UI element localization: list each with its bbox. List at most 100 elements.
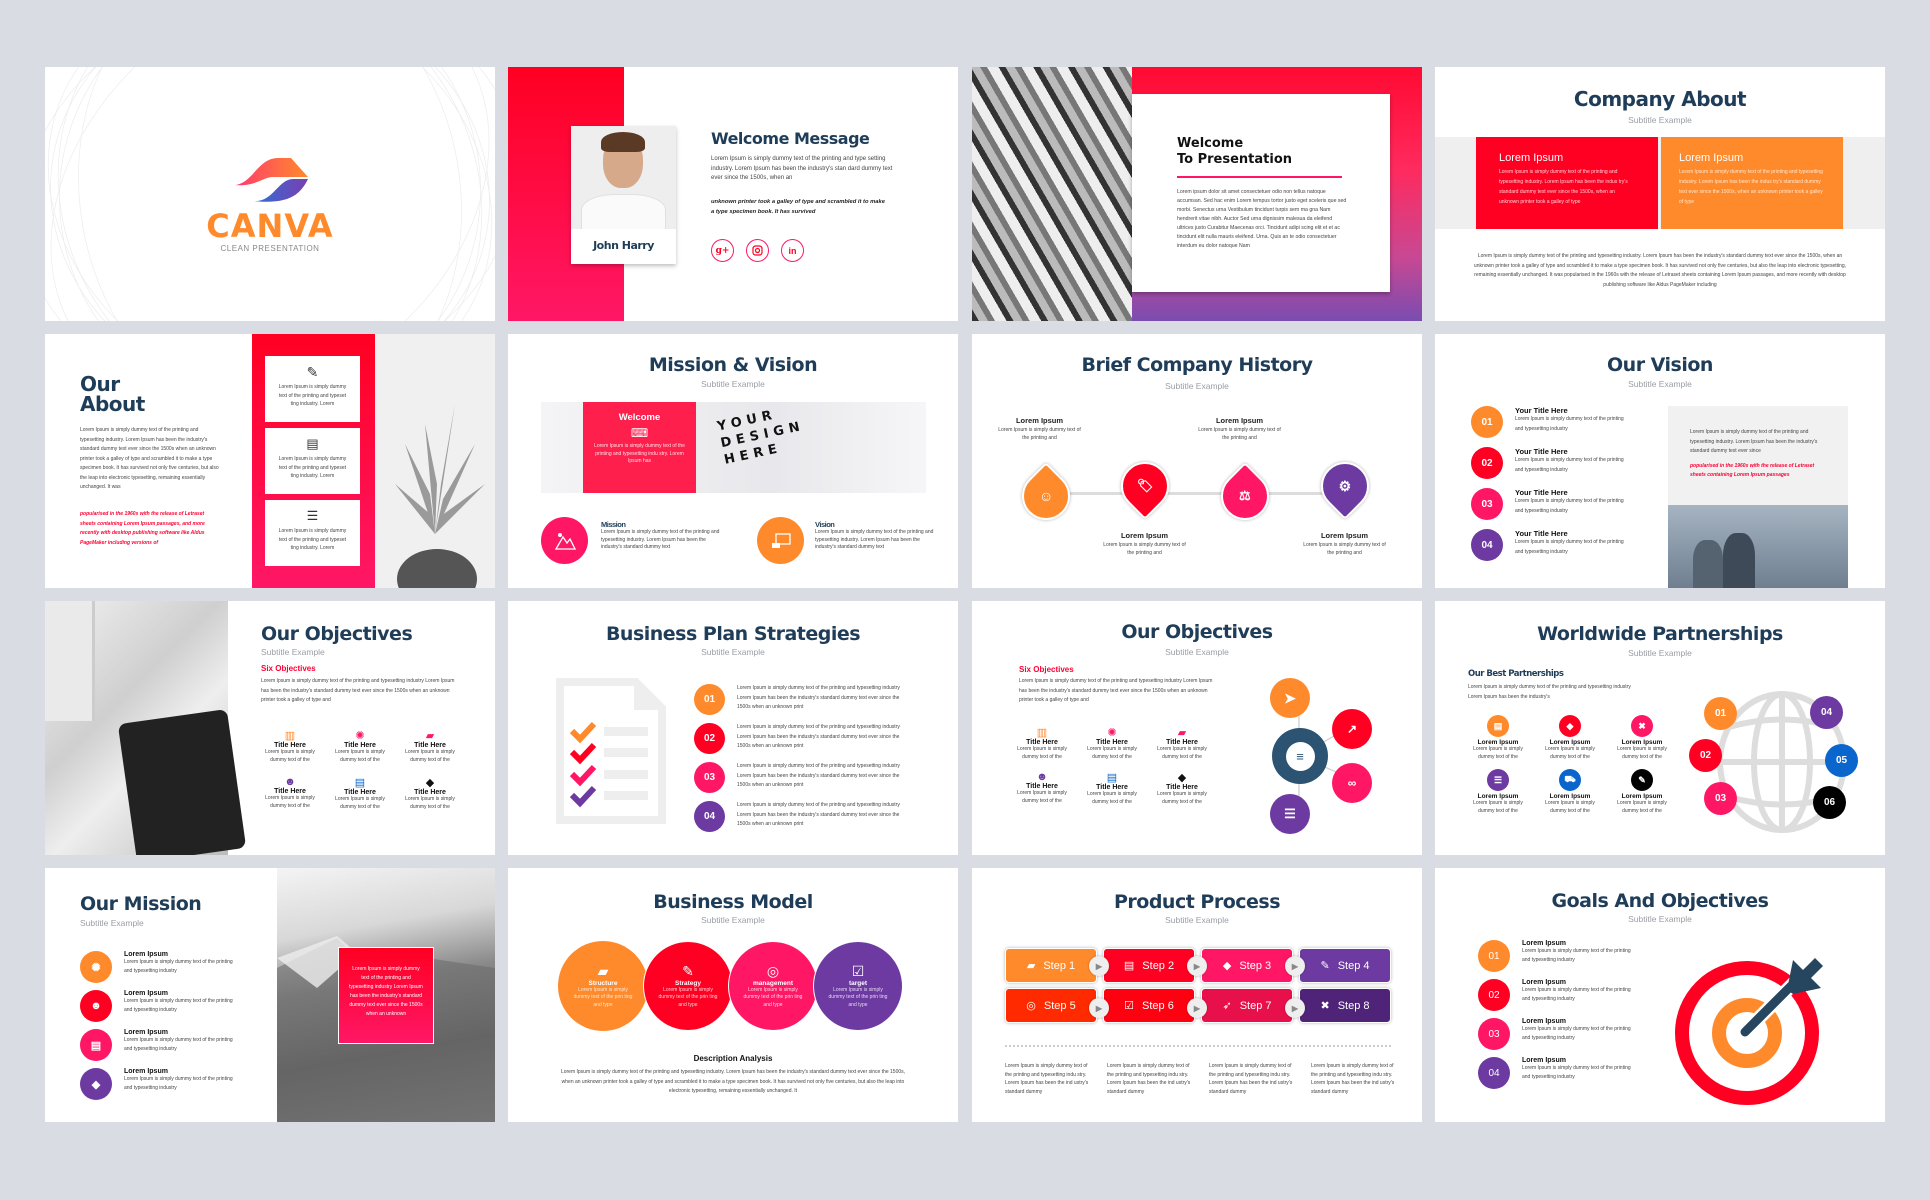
feature-card: ▤ Lorem Ipsum is simply dummy text of th… bbox=[265, 428, 360, 494]
step-button[interactable]: ✖ Step 8 bbox=[1299, 988, 1391, 1023]
slide-mission-vision[interactable]: Mission & Vision Subtitle Example Welcom… bbox=[508, 334, 958, 588]
step-label: Step 4 bbox=[1337, 959, 1370, 972]
banner-text: Lorem Ipsum is simply dummy text of the … bbox=[594, 443, 685, 464]
partner-item: ◆ Lorem Ipsum Lorem Ipsum is simply dummy … bbox=[1534, 715, 1606, 761]
card-text: Lorem Ipsum is simply dummy text of the … bbox=[278, 456, 347, 479]
slide-our-vision[interactable]: Our Vision Subtitle Example 01 Your Titl… bbox=[1435, 334, 1885, 588]
item-title: Lorem Ipsum bbox=[124, 1068, 168, 1075]
step-button[interactable]: ☑ Step 6 bbox=[1103, 988, 1195, 1023]
step-button[interactable]: ▤ Step 2 bbox=[1103, 948, 1195, 983]
description-text: Lorem Ipsum is simply dummy text of the … bbox=[1209, 1063, 1293, 1095]
item-text: Lorem Ipsum is simply dummy text of the … bbox=[737, 724, 900, 749]
item-text: Lorem Ipsum is simply dummy text of the … bbox=[573, 986, 633, 1008]
objective-item: ☻ Title Here Lorem Ipsum is simply dummy t… bbox=[1007, 771, 1077, 806]
body-text: Lorem ipsum dolor sit amet consectetuer … bbox=[1177, 189, 1347, 249]
banner-title: Welcome bbox=[618, 412, 661, 423]
slide-business-model[interactable]: Business Model Subtitle Example ▰ Struct… bbox=[508, 868, 958, 1122]
slide-title: Our About bbox=[80, 374, 145, 414]
folder-icon: ▰ bbox=[425, 730, 435, 742]
timeline-item-text: Lorem Ipsum Lorem Ipsum is simply dummy … bbox=[1297, 531, 1392, 559]
documents-photo bbox=[45, 601, 247, 855]
slide-company-about[interactable]: Company About Subtitle Example Lorem Ips… bbox=[1435, 67, 1885, 321]
gavel-icon: ⚖ bbox=[1239, 488, 1251, 503]
linkedin-icon[interactable]: in bbox=[781, 239, 804, 262]
google-plus-icon[interactable]: g+ bbox=[711, 239, 734, 262]
step-button[interactable]: ◆ Step 3 bbox=[1201, 948, 1293, 983]
title-line-2: About bbox=[80, 392, 145, 416]
item-text: Lorem Ipsum is simply dummy text of the … bbox=[1522, 1065, 1631, 1080]
inbox-icon: ▤ bbox=[80, 1029, 112, 1061]
objective-item: ▰ Title Here Lorem Ipsum is simply dummy t… bbox=[1147, 726, 1217, 761]
edit-document-icon: ✎ bbox=[1631, 769, 1653, 791]
slide-title: Our Objectives bbox=[1121, 621, 1273, 643]
item-title: Your Title Here bbox=[1515, 447, 1568, 456]
item-title: Lorem Ipsum bbox=[124, 951, 168, 958]
slide-product-process[interactable]: Product Process Subtitle Example ▰ Step 1… bbox=[972, 868, 1422, 1122]
objective-item: ▥ Title Here Lorem Ipsum is simply dummy t… bbox=[255, 729, 325, 764]
item-text: Lorem Ipsum is simply dummy text of the bbox=[1087, 791, 1137, 805]
step-button[interactable]: ▰ Step 1 bbox=[1005, 948, 1097, 983]
slide-welcome-presentation[interactable]: Welcome To Presentation Lorem ipsum dolo… bbox=[972, 67, 1422, 321]
item-text: Lorem Ipsum is simply dummy text of the … bbox=[124, 998, 233, 1013]
folder-icon: ▰ bbox=[1026, 960, 1036, 972]
slide-our-about[interactable]: Our About Lorem Ipsum is simply dummy te… bbox=[45, 334, 495, 588]
slide-our-objectives-hub[interactable]: Our Objectives Subtitle Example Six Obje… bbox=[972, 601, 1422, 855]
slide-welcome-message[interactable]: John Harry Welcome Message Lorem Ipsum i… bbox=[508, 67, 958, 321]
card-text: Lorem Ipsum is simply dummy text of the … bbox=[278, 528, 347, 551]
arrow-connector-icon: ▶ bbox=[1285, 956, 1305, 976]
item-text: Lorem Ipsum is simply dummy text of the bbox=[1545, 800, 1595, 814]
item-title: Lorem Ipsum bbox=[1621, 739, 1663, 746]
slide-our-objectives-photo[interactable]: Our Objectives Subtitle Example Six Obje… bbox=[45, 601, 495, 855]
step-button[interactable]: ➶ Step 7 bbox=[1201, 988, 1293, 1023]
partners-grid: ▤ Lorem Ipsum Lorem Ipsum is simply dummy … bbox=[1462, 715, 1682, 815]
item-title: Title Here bbox=[344, 742, 376, 749]
rocket-icon: ➶ bbox=[1222, 1000, 1232, 1012]
model-circle: ◎ management Lorem Ipsum is simply dummy… bbox=[728, 941, 818, 1031]
step-button[interactable]: ✎ Step 4 bbox=[1299, 948, 1391, 983]
card-title: Lorem Ipsum bbox=[1499, 152, 1564, 164]
list-item: 01 Lorem Ipsum is simply dummy text of th… bbox=[694, 684, 934, 723]
content-card: Welcome To Presentation Lorem ipsum dolo… bbox=[1132, 94, 1390, 292]
slide-business-plan[interactable]: Business Plan Strategies Subtitle Exampl… bbox=[508, 601, 958, 855]
slide-subtitle: Subtitle Example bbox=[80, 918, 144, 928]
step-button[interactable]: ◎ Step 5 bbox=[1005, 988, 1097, 1023]
panel-italic: popularised in the 1960s with the releas… bbox=[1690, 462, 1815, 479]
item-title: Lorem Ipsum bbox=[1120, 531, 1169, 540]
slide-worldwide-partnerships[interactable]: Worldwide Partnerships Subtitle Example … bbox=[1435, 601, 1885, 855]
item-title: Lorem Ipsum bbox=[1549, 739, 1591, 746]
item-title: Title Here bbox=[1026, 739, 1058, 746]
item-text: Lorem Ipsum is simply dummy text of the bbox=[1087, 746, 1137, 760]
instagram-icon[interactable] bbox=[746, 239, 769, 262]
item-text: Lorem Ipsum is simply dummy text of the bbox=[265, 795, 315, 809]
objective-item: ▰ Title Here Lorem Ipsum is simply dummy t… bbox=[395, 729, 465, 764]
item-title: Vision bbox=[815, 520, 835, 529]
slide-cover[interactable]: CANVA CLEAN PRESENTATION bbox=[45, 67, 495, 321]
item-text: Lorem Ipsum is simply dummy text of the bbox=[1017, 746, 1067, 760]
inbox-icon: ▤ bbox=[306, 436, 319, 451]
item-text: Lorem Ipsum is simply dummy text of the bbox=[1157, 791, 1207, 805]
slide-our-mission[interactable]: Our Mission Subtitle Example ✺ Lorem Ipsu… bbox=[45, 868, 495, 1122]
inbox-icon: ▤ bbox=[354, 777, 366, 789]
item-text: Lorem Ipsum is simply dummy text of the … bbox=[124, 1037, 233, 1052]
slide-title: Brief Company History bbox=[1081, 354, 1314, 376]
tag-icon: ◆ bbox=[425, 777, 435, 789]
slide-goals-objectives[interactable]: Goals And Objectives Subtitle Example 01… bbox=[1435, 868, 1885, 1122]
item-title: Lorem Ipsum bbox=[124, 990, 168, 997]
strategy-pen-icon: ✎ bbox=[1320, 960, 1330, 972]
numbered-list: 01 Lorem Ipsum is simply dummy text of th… bbox=[694, 684, 934, 840]
item-title: Lorem Ipsum bbox=[124, 1029, 168, 1036]
item-title: Title Here bbox=[274, 788, 306, 795]
item-text: Lorem Ipsum is simply dummy text of the … bbox=[998, 427, 1081, 441]
item-text: Lorem Ipsum is simply dummy text of the … bbox=[1522, 987, 1631, 1002]
item-number: 02 bbox=[694, 723, 725, 754]
objective-item: ☻ Title Here Lorem Ipsum is simply dummy t… bbox=[255, 776, 325, 811]
item-title: Lorem Ipsum bbox=[1522, 979, 1566, 986]
checklist-document-icon bbox=[556, 678, 666, 824]
partner-item: ✎ Lorem Ipsum Lorem Ipsum is simply dummy … bbox=[1606, 769, 1678, 815]
step-label: Step 6 bbox=[1142, 999, 1174, 1012]
numbered-list: 01 Your Title Here Lorem Ipsum is simply … bbox=[1471, 406, 1631, 570]
item-number: 02 bbox=[1471, 447, 1503, 479]
vision-item: Vision Lorem Ipsum is simply dummy text … bbox=[815, 520, 935, 552]
slide-company-history[interactable]: Brief Company History Subtitle Example L… bbox=[972, 334, 1422, 588]
cart-icon: ⛟ bbox=[1559, 769, 1581, 791]
